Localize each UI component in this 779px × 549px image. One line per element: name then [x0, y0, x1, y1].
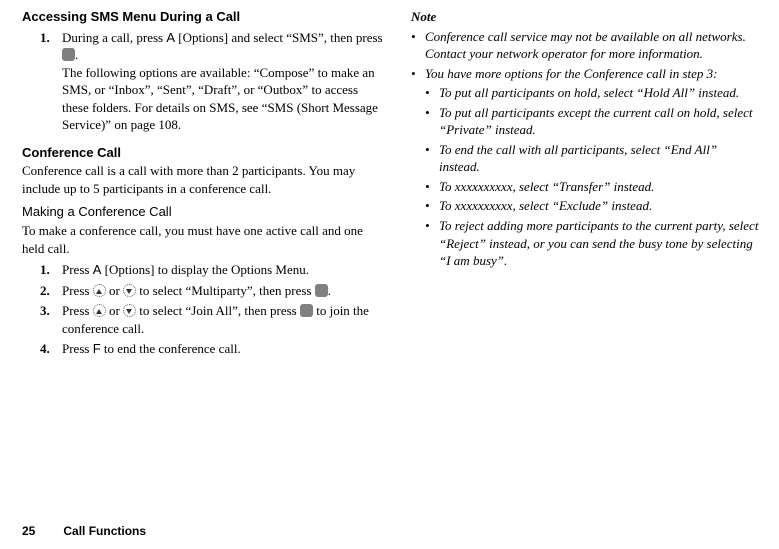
bullet-text: To xxxxxxxxxx, select “Exclude” instead.	[439, 197, 761, 215]
bullet-text: You have more options for the Conference…	[425, 65, 761, 83]
step-1: 1. During a call, press A [Options] and …	[40, 29, 387, 138]
sub-bullet: • To reject adding more participants to …	[425, 217, 761, 270]
text: During a call, press	[62, 30, 166, 45]
key-label-a: A	[166, 30, 175, 45]
section-name: Call Functions	[63, 524, 146, 538]
up-arrow-icon	[93, 304, 106, 317]
note-heading: Note	[411, 8, 761, 26]
sub-bullet: • To put all participants except the cur…	[425, 104, 761, 139]
bullet-text: To xxxxxxxxxx, select “Transfer” instead…	[439, 178, 761, 196]
text: [Options] and select “SMS”, then press	[175, 30, 383, 45]
bullet-text: To end the call with all participants, s…	[439, 141, 761, 176]
text: to select “Join All”, then press	[136, 303, 300, 318]
ok-button-icon	[315, 284, 328, 297]
step-number: 4.	[40, 340, 62, 358]
text: Press	[62, 262, 93, 277]
text: to end the conference call.	[101, 341, 241, 356]
make-step-2: 2. Press or to select “Multiparty”, then…	[40, 282, 387, 300]
conference-intro: Conference call is a call with more than…	[22, 162, 387, 197]
step-number: 1.	[40, 29, 62, 138]
bullet-dot: •	[425, 104, 439, 139]
step-number: 2.	[40, 282, 62, 300]
down-arrow-icon	[123, 284, 136, 297]
bullet-dot: •	[411, 65, 425, 83]
bullet-dot: •	[425, 141, 439, 176]
heading-conference-call: Conference Call	[22, 144, 387, 162]
step-number: 3.	[40, 302, 62, 337]
note-bullet-1: • Conference call service may not be ava…	[411, 28, 761, 63]
make-step-3: 3. Press or to select “Join All”, then p…	[40, 302, 387, 337]
step-body: During a call, press A [Options] and sel…	[62, 29, 387, 138]
bullet-text: To reject adding more participants to th…	[439, 217, 761, 270]
bullet-text: To put all participants on hold, select …	[439, 84, 761, 102]
text: or	[106, 283, 123, 298]
sub-bullet: • To xxxxxxxxxx, select “Transfer” inste…	[425, 178, 761, 196]
up-arrow-icon	[93, 284, 106, 297]
sub-bullet: • To end the call with all participants,…	[425, 141, 761, 176]
step-body: Press F to end the conference call.	[62, 340, 387, 358]
making-intro: To make a conference call, you must have…	[22, 222, 387, 257]
text: [Options] to display the Options Menu.	[101, 262, 309, 277]
text: .	[328, 283, 331, 298]
step-detail: The following options are available: “Co…	[62, 64, 387, 134]
sub-bullet: • To xxxxxxxxxx, select “Exclude” instea…	[425, 197, 761, 215]
page-footer: 25 Call Functions	[22, 523, 146, 539]
make-step-4: 4. Press F to end the conference call.	[40, 340, 387, 358]
note-sub-bullets: • To put all participants on hold, selec…	[425, 84, 761, 269]
text: to select “Multiparty”, then press	[136, 283, 315, 298]
key-label-f: F	[93, 341, 101, 356]
ok-button-icon	[300, 304, 313, 317]
bullet-dot: •	[425, 84, 439, 102]
bullet-dot: •	[411, 28, 425, 63]
heading-making-conference: Making a Conference Call	[22, 203, 387, 221]
make-step-1: 1. Press A [Options] to display the Opti…	[40, 261, 387, 279]
down-arrow-icon	[123, 304, 136, 317]
page-number: 25	[22, 524, 35, 538]
text: Press	[62, 341, 93, 356]
note-list: • Conference call service may not be ava…	[411, 28, 761, 270]
ok-button-icon	[62, 48, 75, 61]
text: .	[75, 47, 78, 62]
step-number: 1.	[40, 261, 62, 279]
bullet-dot: •	[425, 197, 439, 215]
text: or	[106, 303, 123, 318]
bullet-text: To put all participants except the curre…	[439, 104, 761, 139]
note-bullet-2: • You have more options for the Conferen…	[411, 65, 761, 83]
bullet-text: Conference call service may not be avail…	[425, 28, 761, 63]
step-body: Press A [Options] to display the Options…	[62, 261, 387, 279]
bullet-dot: •	[425, 178, 439, 196]
text: Press	[62, 303, 93, 318]
step-body: Press or to select “Join All”, then pres…	[62, 302, 387, 337]
sub-bullet: • To put all participants on hold, selec…	[425, 84, 761, 102]
heading-accessing-sms: Accessing SMS Menu During a Call	[22, 8, 387, 26]
step-body: Press or to select “Multiparty”, then pr…	[62, 282, 387, 300]
bullet-dot: •	[425, 217, 439, 270]
text: Press	[62, 283, 93, 298]
